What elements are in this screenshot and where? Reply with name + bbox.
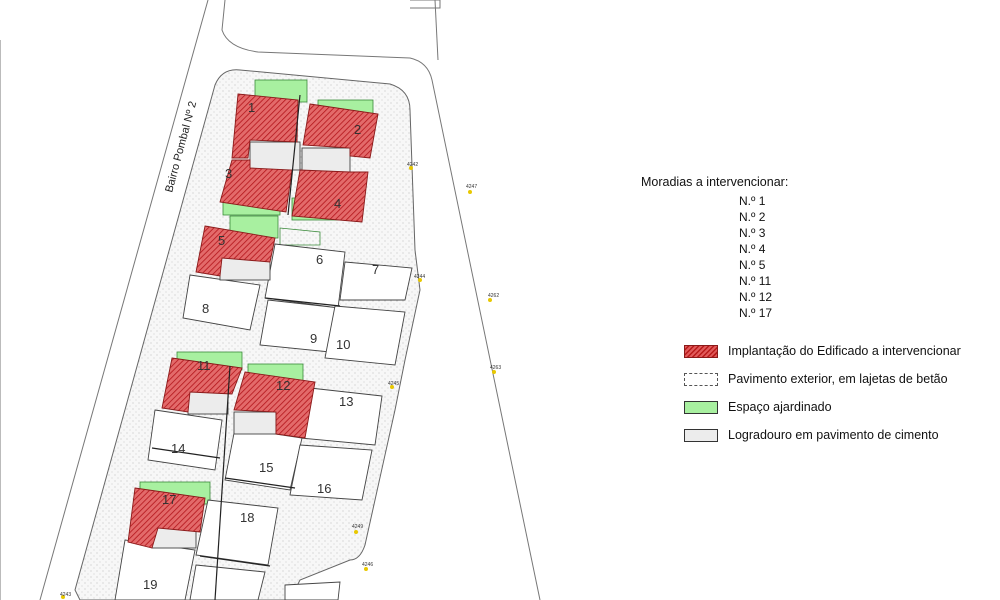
building-4 — [291, 169, 369, 223]
survey-point-4246: 4246 — [362, 562, 373, 568]
survey-point-4245: 4245 — [388, 381, 399, 387]
lot-number-9: 9 — [310, 331, 317, 346]
lot-number-2: 2 — [354, 122, 361, 137]
survey-point-4244: 4244 — [414, 274, 425, 280]
lot-number-15: 15 — [259, 460, 273, 475]
lot-number-6: 6 — [316, 252, 323, 267]
lot-number-16: 16 — [317, 481, 331, 496]
site-plan-map: Bairro Pombal Nº 2 1 2 3 4 5 6 7 8 9 10 … — [0, 0, 541, 600]
lot-number-14: 14 — [171, 441, 185, 456]
lot-number-8: 8 — [202, 301, 209, 316]
lot-number-5: 5 — [218, 233, 225, 248]
lot-number-10: 10 — [336, 337, 350, 352]
lot-number-3: 3 — [225, 166, 232, 181]
survey-point-4263: 4263 — [490, 365, 501, 371]
lot-number-19: 19 — [143, 577, 157, 592]
survey-point-4242: 4242 — [407, 162, 418, 168]
lot-number-7: 7 — [372, 262, 379, 277]
lot-number-12: 12 — [276, 378, 290, 393]
lot-number-18: 18 — [240, 510, 254, 525]
lot-number-4: 4 — [334, 196, 341, 211]
lot-number-17: 17 — [162, 492, 176, 507]
survey-point-4247: 4247 — [466, 184, 477, 190]
lot-number-1: 1 — [248, 100, 255, 115]
survey-point-4249: 4249 — [352, 524, 363, 530]
survey-point-4262: 4262 — [488, 293, 499, 299]
lot-number-13: 13 — [339, 394, 353, 409]
lot-number-11: 11 — [197, 358, 211, 373]
survey-point-4243: 4243 — [60, 592, 71, 598]
